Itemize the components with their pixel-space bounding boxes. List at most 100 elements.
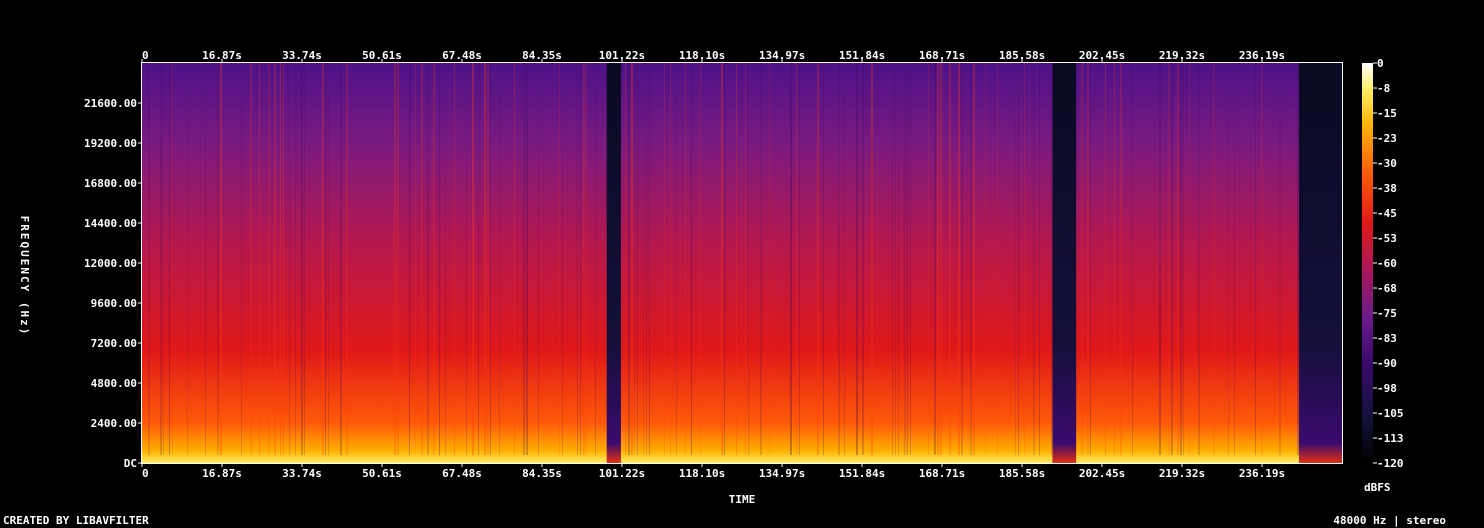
texture-stripe [439, 63, 440, 455]
texture-stripe [346, 63, 348, 455]
texture-stripe [241, 63, 242, 455]
texture-stripe [844, 63, 845, 455]
texture-stripe [499, 63, 500, 455]
texture-stripe [484, 63, 486, 455]
texture-stripe [676, 63, 677, 455]
texture-stripe [664, 63, 665, 455]
texture-stripe [454, 63, 455, 455]
x-tick-label-bottom: 84.35s [522, 467, 562, 480]
x-axis-title: TIME [729, 493, 756, 506]
texture-stripe [1180, 63, 1182, 455]
texture-stripe [1255, 63, 1256, 455]
texture-stripe [892, 63, 893, 455]
texture-stripe [472, 63, 474, 455]
texture-stripe [559, 63, 560, 455]
plot-area [142, 63, 1342, 463]
texture-stripe [817, 63, 819, 455]
texture-stripe [643, 63, 644, 455]
texture-stripe [838, 63, 840, 455]
texture-stripe [1081, 63, 1083, 455]
y-axis-title: FREQUENCY (Hz) [18, 216, 31, 337]
texture-stripe [871, 63, 873, 455]
texture-stripe [904, 63, 906, 455]
texture-stripe [625, 63, 626, 455]
texture-stripe [421, 63, 423, 455]
texture-stripe [394, 63, 396, 455]
x-tick-label-bottom: 168.71s [919, 467, 965, 480]
texture-stripe [304, 63, 305, 455]
y-tick-label: 21600.00 [84, 97, 137, 110]
texture-stripe [487, 63, 489, 455]
texture-stripe [523, 63, 525, 455]
texture-stripe [748, 63, 749, 455]
texture-stripe [928, 63, 929, 455]
texture-stripe [1168, 63, 1170, 455]
texture-stripe [1183, 63, 1184, 455]
x-tick-label-bottom: 236.19s [1239, 467, 1285, 480]
texture-stripe [466, 63, 467, 455]
colorbar-tick-label: -83 [1377, 332, 1397, 345]
x-tick-label-bottom: 50.61s [362, 467, 402, 480]
texture-stripe [634, 63, 635, 455]
y-tick-label: 7200.00 [91, 337, 137, 350]
texture-stripe [1261, 63, 1263, 455]
y-tick-label: 2400.00 [91, 417, 137, 430]
texture-stripe [295, 63, 296, 455]
texture-stripe [163, 63, 164, 455]
texture-stripe [595, 63, 596, 455]
texture-stripe [823, 63, 824, 455]
texture-stripe [583, 63, 585, 455]
texture-stripe [970, 63, 972, 455]
texture-stripe [895, 63, 896, 455]
texture-stripe [1114, 63, 1115, 455]
texture-stripe [790, 63, 792, 455]
x-tick-label-bottom: 151.84s [839, 467, 885, 480]
texture-stripe [1018, 63, 1019, 455]
texture-stripe [649, 63, 650, 455]
texture-stripe [628, 63, 630, 455]
colorbar-tick-label: -98 [1377, 382, 1397, 395]
texture-stripe [1228, 63, 1229, 455]
texture-stripe [1120, 63, 1122, 455]
x-tick-label-bottom: 134.97s [759, 467, 805, 480]
texture-stripe [205, 63, 206, 455]
texture-stripe [721, 63, 723, 455]
texture-stripe [445, 63, 446, 455]
texture-stripe [1177, 63, 1179, 455]
x-axis-top: 0 16.87s 33.74s 50.61s 67.48s 84.35s 101.22s 11… [141, 49, 1285, 63]
texture-stripe [745, 63, 746, 455]
x-tick-label-top: 33.74s [282, 49, 322, 62]
texture-stripe [562, 63, 563, 455]
texture-stripe [949, 63, 951, 455]
texture-stripe [862, 63, 864, 455]
x-tick-label-top: 202.45s [1079, 49, 1125, 62]
quiet-region [606, 63, 621, 463]
texture-stripe [898, 63, 899, 455]
texture-stripe [958, 63, 960, 455]
texture-stripe [415, 63, 416, 455]
texture-stripe [1171, 63, 1173, 455]
colorbar-tick-label: -23 [1377, 132, 1397, 145]
footer-credit: CREATED BY LIBAVFILTER [3, 514, 149, 527]
texture-stripe [580, 63, 581, 455]
x-tick-label-top: 118.10s [679, 49, 725, 62]
texture-stripe [907, 63, 908, 455]
texture-stripe [1051, 63, 1052, 455]
x-tick-label-top: 134.97s [759, 49, 805, 62]
x-tick-label-top: 101.22s [599, 49, 645, 62]
texture-stripe [514, 63, 515, 455]
texture-stripe [700, 63, 701, 455]
colorbar-tick-label: -113 [1377, 432, 1404, 445]
colorbar-tick-label: -105 [1377, 407, 1404, 420]
texture-stripe [691, 63, 692, 455]
x-tick-label-bottom: 16.87s [202, 467, 242, 480]
y-tick-label: 9600.00 [91, 297, 137, 310]
texture-stripe [409, 63, 410, 455]
x-tick-label-bottom: 101.22s [599, 467, 645, 480]
texture-stripe [646, 63, 647, 455]
texture-stripe [1105, 63, 1106, 455]
texture-stripe [217, 63, 219, 455]
texture-stripe [1198, 63, 1200, 455]
texture-stripe [301, 63, 303, 455]
texture-stripe [1213, 63, 1215, 455]
